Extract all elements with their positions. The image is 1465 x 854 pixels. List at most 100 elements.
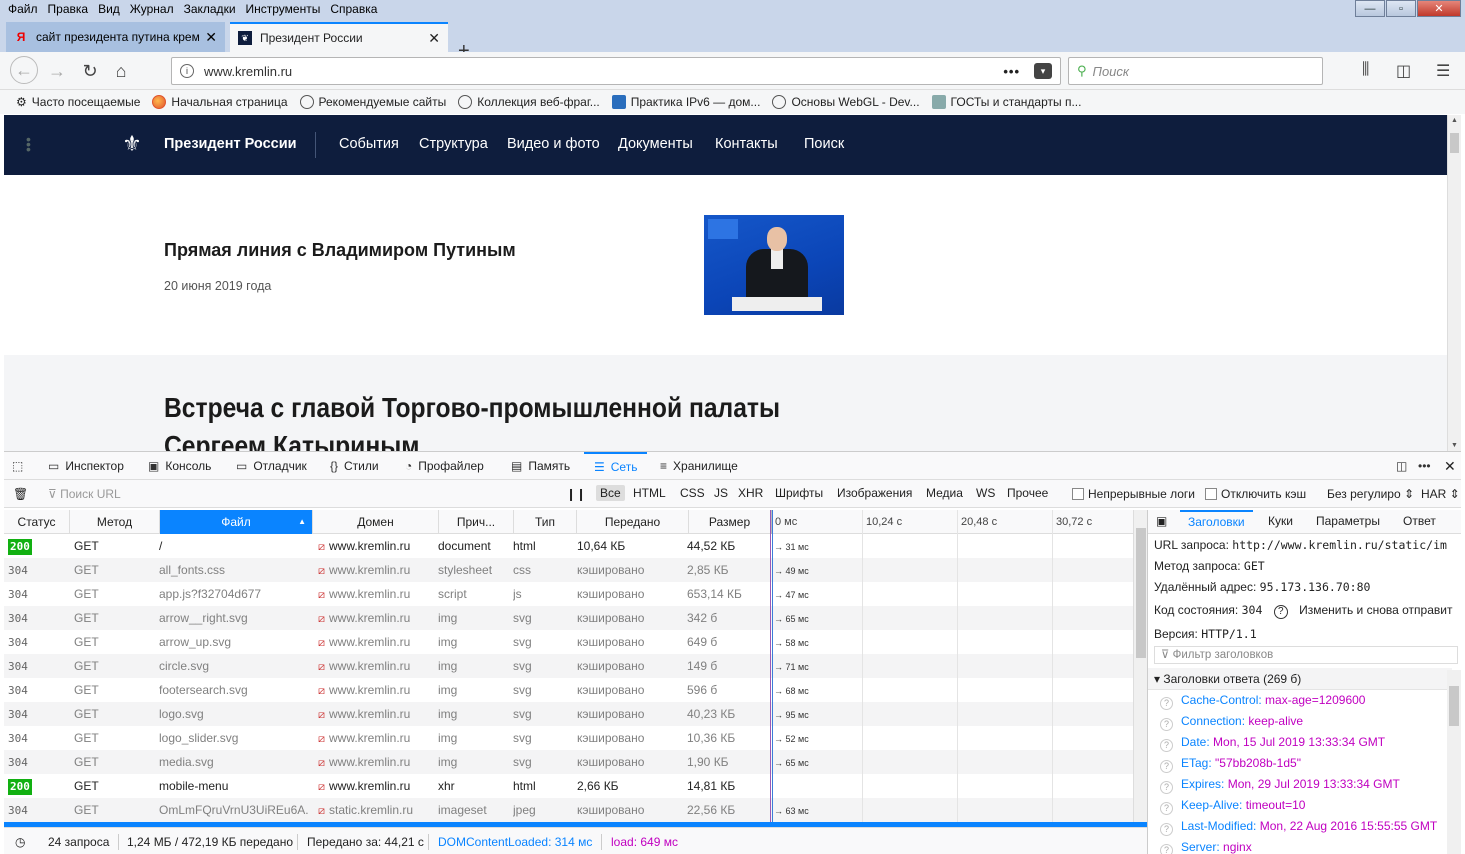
nav-contacts[interactable]: Контакты <box>715 136 778 152</box>
eagle-emblem-icon[interactable]: ⚜ <box>118 131 146 159</box>
tab-memory[interactable]: ▤ Память <box>511 452 570 480</box>
sidebar-icon[interactable]: ◫ <box>1396 61 1411 81</box>
filter-xhr[interactable]: XHR <box>734 485 767 501</box>
response-header-row[interactable]: ? Connection: keep-alive <box>1160 714 1303 731</box>
filter-js[interactable]: JS <box>710 485 732 501</box>
response-header-row[interactable]: ? Server: nginx <box>1160 840 1252 854</box>
request-row[interactable]: 304 GET circle.svg ⧄ www.kremlin.ru img svg кэш… <box>4 654 1133 678</box>
filter-other[interactable]: Прочее <box>1003 485 1052 501</box>
featured-news-title[interactable]: Встреча с главой Торгово-промышленной па… <box>164 389 780 451</box>
close-tab-icon[interactable]: ✕ <box>205 29 217 46</box>
persist-logs-checkbox[interactable]: Непрерывные логи <box>1072 487 1195 501</box>
help-icon[interactable]: ? <box>1160 781 1173 794</box>
response-header-row[interactable]: ? Expires: Mon, 29 Jul 2019 13:33:34 GMT <box>1160 777 1400 794</box>
bookmark-recommended[interactable]: Рекомендуемые сайты <box>299 95 446 109</box>
requests-scrollbar[interactable] <box>1133 510 1147 822</box>
scroll-up-icon[interactable]: ▲ <box>1451 117 1458 124</box>
response-header-row[interactable]: ? ETag: "57bb208b-1d5" <box>1160 756 1301 773</box>
throttling-select[interactable]: Без регулиро ⇕ <box>1327 487 1414 501</box>
help-icon[interactable]: ? <box>1160 739 1173 752</box>
menu-bookmarks[interactable]: Закладки <box>184 2 236 16</box>
scrollbar-thumb[interactable] <box>1449 686 1459 726</box>
response-headers-section[interactable]: ▾ Заголовки ответа (269 б) <box>1148 668 1452 690</box>
request-row[interactable]: 200 GET / ⧄ www.kremlin.ru document html 10,64 … <box>4 534 1133 558</box>
nav-documents[interactable]: Документы <box>618 136 693 152</box>
disable-cache-checkbox[interactable]: Отключить кэш <box>1205 487 1306 501</box>
request-row[interactable]: 304 GET logo.svg ⧄ www.kremlin.ru img svg кэшир… <box>4 702 1133 726</box>
page-actions-icon[interactable]: ••• <box>1003 64 1020 79</box>
close-window-button[interactable]: ✕ <box>1417 0 1461 17</box>
filter-fonts[interactable]: Шрифты <box>771 485 827 501</box>
request-row[interactable]: 304 GET media.svg ⧄ www.kremlin.ru img svg кэши… <box>4 750 1133 774</box>
help-icon[interactable]: ? <box>1273 605 1288 619</box>
tab-inspector[interactable]: ▭ Инспектор <box>48 452 124 480</box>
filter-media[interactable]: Медиа <box>922 485 967 501</box>
bookmark-ipv6[interactable]: Практика IPv6 — дом... <box>611 95 760 109</box>
tab-cookies[interactable]: Куки <box>1268 514 1293 528</box>
column-type[interactable]: Тип <box>514 510 577 534</box>
har-menu[interactable]: HAR ⇕ <box>1421 487 1460 501</box>
dock-icon[interactable]: ◫ <box>1396 452 1413 480</box>
tab-response[interactable]: Ответ <box>1403 514 1436 528</box>
filter-all[interactable]: Все <box>596 485 625 501</box>
performance-icon[interactable]: ◷ <box>15 835 25 849</box>
help-icon[interactable]: ? <box>1160 697 1173 710</box>
help-icon[interactable]: ? <box>1160 718 1173 731</box>
help-icon[interactable]: ? <box>1160 844 1173 854</box>
tab-storage[interactable]: ≡ Хранилище <box>660 452 738 480</box>
tab-network[interactable]: ☰ Сеть <box>584 452 648 480</box>
tab-yandex-search[interactable]: Я сайт президента путина кремл ✕ <box>6 22 225 52</box>
pocket-icon[interactable]: ▾ <box>1034 63 1052 79</box>
back-button[interactable]: ← <box>10 56 38 84</box>
column-size[interactable]: Размер <box>689 510 771 534</box>
tab-debugger[interactable]: ▭ Отладчик <box>236 452 307 480</box>
tab-style-editor[interactable]: {} Стили <box>330 452 379 480</box>
home-button[interactable]: ⌂ <box>109 59 133 83</box>
response-header-row[interactable]: ? Cache-Control: max-age=1209600 <box>1160 693 1365 710</box>
filter-ws[interactable]: WS <box>972 485 999 501</box>
tab-console[interactable]: ▣ Консоль <box>148 452 211 480</box>
bookmark-gost[interactable]: ГОСТы и стандарты п... <box>931 95 1081 109</box>
url-bar[interactable]: i www.kremlin.ru ••• ▾ <box>171 57 1061 85</box>
tab-president-russia[interactable]: ❦ Президент России ✕ <box>230 22 448 52</box>
help-icon[interactable]: ? <box>1160 802 1173 815</box>
bookmark-web-slices[interactable]: Коллекция веб-фраг... <box>458 95 600 109</box>
menu-view[interactable]: Вид <box>98 2 120 16</box>
nav-events[interactable]: События <box>339 136 399 152</box>
filter-images[interactable]: Изображения <box>833 485 916 501</box>
column-file[interactable]: Файл ▲ <box>160 510 313 534</box>
filter-css[interactable]: CSS <box>676 485 709 501</box>
page-scrollbar[interactable]: ▲ ▼ <box>1447 115 1461 451</box>
bookmark-webgl[interactable]: Основы WebGL - Dev... <box>772 95 920 109</box>
more-options-icon[interactable]: ••• <box>1418 452 1437 480</box>
request-row[interactable]: 304 GET OmLmFQruVrnU3UiREu6A... ⧄ static.kre… <box>4 798 1133 822</box>
details-scrollbar[interactable] <box>1447 670 1461 854</box>
info-icon[interactable]: i <box>180 64 194 78</box>
reload-button[interactable]: ↻ <box>78 59 102 83</box>
tab-headers[interactable]: Заголовки <box>1180 510 1253 529</box>
request-row[interactable]: 200 GET mobile-menu ⧄ www.kremlin.ru xhr html 2… <box>4 774 1133 798</box>
response-header-row[interactable]: ? Date: Mon, 15 Jul 2019 13:33:34 GMT <box>1160 735 1385 752</box>
column-domain[interactable]: Домен <box>313 510 439 534</box>
filter-html[interactable]: HTML <box>629 485 670 501</box>
site-menu-icon[interactable]: • • • <box>26 132 31 156</box>
element-picker-icon[interactable]: ⬚ <box>12 452 29 480</box>
library-icon[interactable]: ⫼ <box>1362 61 1369 79</box>
response-header-row[interactable]: ? Last-Modified: Mon, 22 Aug 2016 15:55:5… <box>1160 819 1437 836</box>
trash-icon[interactable]: 🗑 <box>13 487 28 501</box>
filter-url-input[interactable]: ⊽ Поиск URL <box>48 487 121 501</box>
request-row[interactable]: 304 GET arrow_up.svg ⧄ www.kremlin.ru img svg к… <box>4 630 1133 654</box>
pause-icon[interactable]: ❙❙ <box>566 487 586 501</box>
help-icon[interactable]: ? <box>1160 823 1173 836</box>
search-bar[interactable]: ⚲ Поиск <box>1068 57 1323 85</box>
bookmark-most-visited[interactable]: ⚙ Часто посещаемые <box>16 95 140 109</box>
news-title[interactable]: Прямая линия с Владимиром Путиным <box>164 240 516 261</box>
request-row[interactable]: 304 GET all_fonts.css ⧄ www.kremlin.ru styles… <box>4 558 1133 582</box>
column-method[interactable]: Метод <box>70 510 160 534</box>
help-icon[interactable]: ? <box>1160 760 1173 773</box>
close-tab-icon[interactable]: ✕ <box>428 30 440 47</box>
forward-button[interactable]: → <box>45 59 69 83</box>
bookmark-home-page[interactable]: Начальная страница <box>152 95 288 109</box>
request-row[interactable]: 304 GET logo_slider.svg ⧄ www.kremlin.ru img s… <box>4 726 1133 750</box>
site-title[interactable]: Президент России <box>164 136 297 152</box>
